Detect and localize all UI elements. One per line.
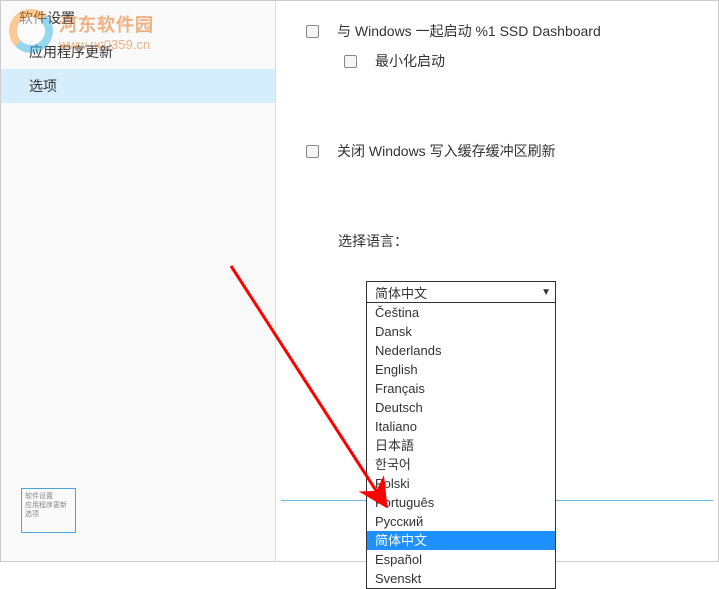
thumbnail-preview: 软件设置 应用程序更新 选项 (21, 488, 76, 533)
sidebar: 软件设置 应用程序更新 选项 软件设置 应用程序更新 选项 (1, 1, 276, 561)
language-option[interactable]: Dansk (367, 322, 555, 341)
label-cache: 关闭 Windows 写入缓存缓冲区刷新 (337, 141, 556, 161)
language-option[interactable]: Čeština (367, 303, 555, 322)
language-option[interactable]: Français (367, 379, 555, 398)
language-option[interactable]: English (367, 360, 555, 379)
language-option[interactable]: Nederlands (367, 341, 555, 360)
checkbox-startup[interactable] (306, 25, 319, 38)
checkbox-minimize[interactable] (344, 55, 357, 68)
language-option[interactable]: Svenskt (367, 569, 555, 588)
language-option[interactable]: Italiano (367, 417, 555, 436)
language-option[interactable]: 한국어 (367, 455, 555, 474)
language-option[interactable]: Deutsch (367, 398, 555, 417)
label-startup: 与 Windows 一起启动 %1 SSD Dashboard (337, 21, 601, 41)
main-content: 与 Windows 一起启动 %1 SSD Dashboard 最小化启动 关闭… (276, 1, 718, 561)
sidebar-item-options[interactable]: 选项 (1, 69, 275, 103)
language-option[interactable]: Polski (367, 474, 555, 493)
language-option[interactable]: 简体中文 (367, 531, 555, 550)
language-select-value: 简体中文 (375, 283, 427, 302)
language-select[interactable]: 简体中文 ▼ (366, 281, 556, 303)
checkbox-cache[interactable] (306, 145, 319, 158)
chevron-down-icon: ▼ (541, 287, 551, 298)
language-dropdown: ČeštinaDanskNederlandsEnglishFrançaisDeu… (366, 303, 556, 589)
sidebar-item-settings[interactable]: 软件设置 (1, 1, 275, 35)
sidebar-item-update[interactable]: 应用程序更新 (1, 35, 275, 69)
language-label: 选择语言： (338, 231, 688, 251)
language-option[interactable]: Português (367, 493, 555, 512)
language-option[interactable]: Español (367, 550, 555, 569)
language-option[interactable]: 日本語 (367, 436, 555, 455)
language-option[interactable]: Русский (367, 512, 555, 531)
label-minimize: 最小化启动 (375, 51, 445, 71)
